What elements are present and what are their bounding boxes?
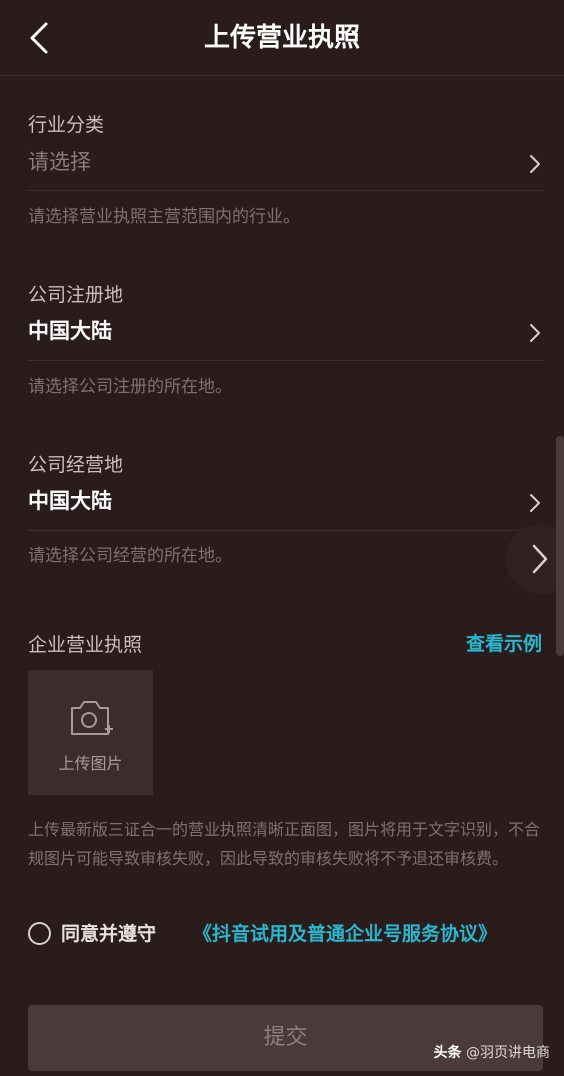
operating-hint: 请选择公司经营的所在地。 <box>28 546 232 566</box>
watermark-brand: 头条 <box>433 1045 462 1061</box>
agree-radio[interactable] <box>28 922 51 945</box>
divider <box>28 190 544 191</box>
operating-value: 中国大陆 <box>28 489 112 513</box>
operating-select[interactable]: 中国大陆 <box>28 477 544 529</box>
registered-select[interactable]: 中国大陆 <box>28 307 544 359</box>
industry-value: 请选择 <box>28 150 91 174</box>
registered-hint: 请选择公司注册的所在地。 <box>28 377 232 397</box>
industry-select[interactable]: 请选择 <box>28 138 544 190</box>
divider <box>28 530 544 531</box>
view-example-link[interactable]: 查看示例 <box>466 629 542 656</box>
upload-label: 上传图片 <box>58 754 123 773</box>
page-title: 上传营业执照 <box>203 23 360 53</box>
chevron-right-icon <box>530 155 540 173</box>
industry-label: 行业分类 <box>28 114 105 136</box>
license-label: 企业营业执照 <box>28 634 143 656</box>
agreement-row: 同意并遵守 《抖音试用及普通企业号服务协议》 <box>28 920 548 948</box>
registered-label: 公司注册地 <box>28 284 124 306</box>
divider <box>28 360 544 361</box>
watermark: 头条 @羽页讲电商 <box>434 1042 550 1062</box>
operating-label: 公司经营地 <box>28 454 124 476</box>
agreement-link[interactable]: 《抖音试用及普通企业号服务协议》 <box>193 920 497 948</box>
agreement-prefix: 同意并遵守 <box>61 923 157 945</box>
registered-value: 中国大陆 <box>28 319 112 343</box>
chevron-right-icon <box>530 324 540 342</box>
chevron-right-icon <box>530 494 540 512</box>
screen: 上传营业执照 行业分类 请选择 请选择营业执照主营范围内的行业。 公司注册地 中… <box>0 0 564 1076</box>
camera-plus-icon <box>71 701 113 735</box>
license-description: 上传最新版三证合一的营业执照清晰正面图，图片将用于文字识别，不合规图片可能导致审… <box>28 820 541 868</box>
upload-image-button[interactable]: 上传图片 <box>28 670 153 795</box>
industry-hint: 请选择营业执照主营范围内的行业。 <box>28 207 300 227</box>
scrollbar-thumb[interactable] <box>556 436 564 656</box>
header: 上传营业执照 <box>0 0 564 76</box>
watermark-handle: @羽页讲电商 <box>466 1045 550 1061</box>
